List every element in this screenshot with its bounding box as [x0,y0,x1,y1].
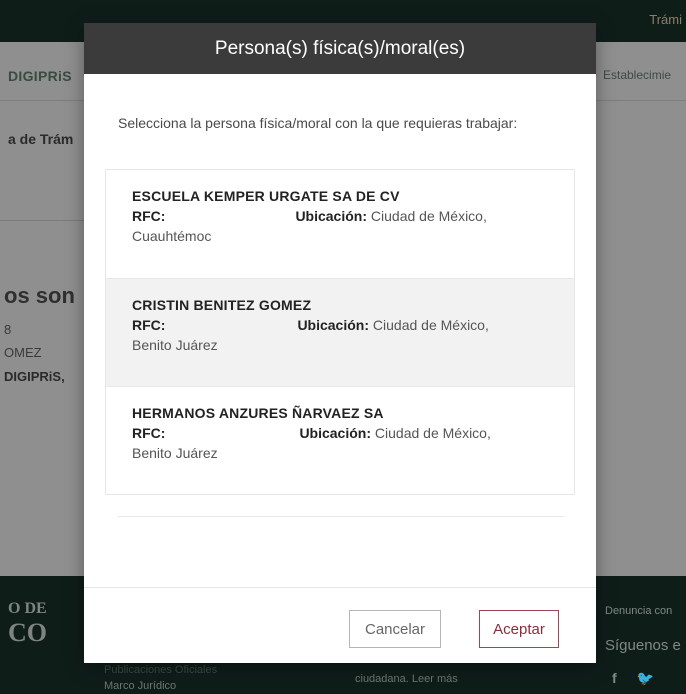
person-name: CRISTIN BENITEZ GOMEZ [132,297,312,313]
person-list: ESCUELA KEMPER URGATE SA DE CV RFC: Ubica… [105,169,575,495]
modal-instructions: Selecciona la persona física/moral con l… [118,115,518,131]
person-name: ESCUELA KEMPER URGATE SA DE CV [132,188,400,204]
brand-logo: DIGIPRiS [8,68,72,84]
profile-line-1: 8 [4,322,12,337]
municipality-value: Benito Juárez [132,445,218,461]
select-person-modal: Persona(s) física(s)/moral(es) Seleccion… [84,23,596,663]
rfc-label: RFC: [132,425,166,441]
footer-social-icons: f 🐦 [612,670,662,686]
person-details: RFC: Ubicación: Ciudad de México, [132,423,562,443]
location-value: Ciudad de México, [370,208,487,224]
person-details: RFC: Ubicación: Ciudad de México, [132,206,562,226]
rfc-label: RFC: [132,208,166,224]
person-details: RFC: Ubicación: Ciudad de México, [132,315,562,335]
rfc-redacted-value [185,319,288,334]
municipality-value: Cuauhtémoc [132,228,212,244]
location-value: Ciudad de México, [372,317,489,333]
municipality-value: Benito Juárez [132,337,218,353]
rfc-label: RFC: [132,317,166,333]
profile-line-2: OMEZ [4,345,42,360]
location-label: Ubicación: [297,317,370,333]
person-item[interactable]: ESCUELA KEMPER URGATE SA DE CV RFC: Ubica… [106,170,574,278]
nav-tramites-link[interactable]: Trámi [649,12,682,27]
footer-gob-logo-line1: O DE [8,600,47,617]
profile-line-3: DIGIPRiS, [4,369,65,384]
footer-denuncia-link: Denuncia con [605,605,673,617]
footer-gob-logo-line2: CO [8,618,47,647]
footer-publicaciones-link: Publicaciones Oficiales [104,664,218,676]
location-value: Ciudad de México, [374,425,491,441]
person-item[interactable]: CRISTIN BENITEZ GOMEZ RFC: Ubicación: Ciu… [106,278,574,386]
modal-footer-divider [84,587,596,588]
modal-title: Persona(s) física(s)/moral(es) [214,37,466,59]
footer-marco-juridico-link: Marco Jurídico [104,680,177,692]
location-label: Ubicación: [299,425,372,441]
footer-ciudadana-text: ciudadana. Leer más [355,673,458,685]
nav-establecimientos: Establecimie [603,68,672,82]
accept-button[interactable]: Aceptar [479,610,559,648]
location-label: Ubicación: [295,208,368,224]
modal-header: Persona(s) física(s)/moral(es) [84,23,596,74]
footer-siguenos: Síguenos e [605,637,681,654]
cancel-button[interactable]: Cancelar [349,610,441,648]
list-divider [118,516,564,517]
person-item[interactable]: HERMANOS ANZURES ÑARVAEZ SA RFC: Ubicació… [106,386,574,494]
person-name: HERMANOS ANZURES ÑARVAEZ SA [132,405,384,421]
page-heading: os son [4,283,75,308]
section-tramites-title: a de Trám [8,131,74,147]
